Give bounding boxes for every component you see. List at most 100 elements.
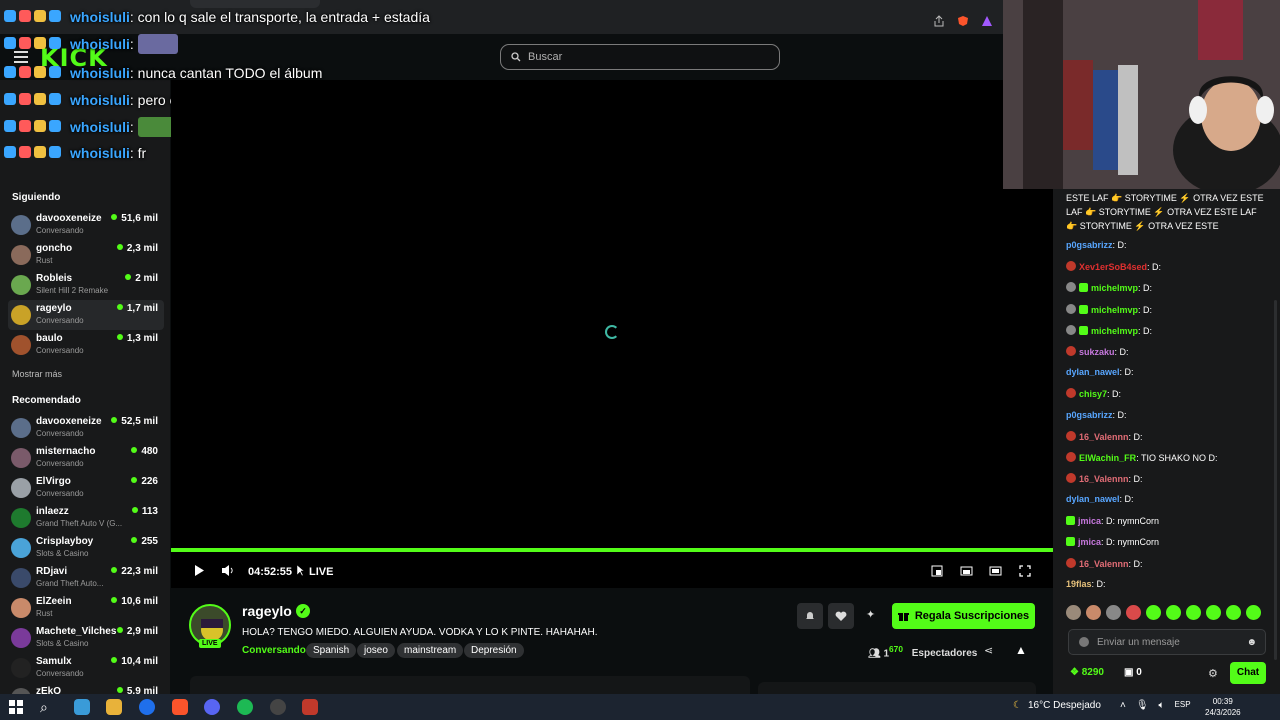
emote-icon[interactable] — [1146, 605, 1161, 620]
emote-icon[interactable] — [1106, 605, 1121, 620]
drops-counter[interactable]: ▣ 0 — [1124, 667, 1142, 678]
chat-username[interactable]: dylan_nawel — [1066, 494, 1120, 504]
emote-icon[interactable] — [1066, 605, 1081, 620]
chat-username[interactable]: 16_Valennn — [1079, 559, 1129, 569]
emote-icon[interactable] — [1126, 605, 1141, 620]
stream-tag[interactable]: Spanish — [306, 643, 357, 658]
chat-username[interactable]: ElWachin_FR — [1079, 453, 1136, 463]
badge-icons — [4, 8, 68, 24]
chat-scrollbar[interactable] — [1274, 300, 1277, 660]
emote-icon[interactable] — [1186, 605, 1201, 620]
emote-icon[interactable] — [1246, 605, 1261, 620]
file-explorer-icon[interactable] — [106, 699, 122, 715]
fullscreen-icon[interactable] — [1019, 565, 1031, 577]
chat-username[interactable]: p0gsabrizz — [1066, 410, 1113, 420]
stream-tag[interactable]: mainstream — [397, 643, 464, 658]
copilot-icon[interactable] — [74, 699, 90, 715]
cinema-mode-icon[interactable] — [989, 565, 1002, 577]
chat-input[interactable]: Enviar un mensaje ☻ — [1068, 629, 1266, 655]
app-icon[interactable] — [302, 699, 318, 715]
notifications-button[interactable] — [797, 603, 823, 629]
channel-item[interactable]: ElZeein Rust 10,6 mil — [8, 593, 164, 623]
overlay-username: whoisluli — [70, 92, 130, 108]
channel-item[interactable]: davooxeneize Conversando 51,6 mil — [8, 210, 164, 240]
gear-icon[interactable]: ⚙ — [1208, 667, 1218, 680]
channel-item[interactable]: inlaezz Grand Theft Auto V (G... 113 — [8, 503, 164, 533]
discord-icon[interactable] — [204, 699, 220, 715]
share-icon[interactable] — [933, 14, 945, 27]
chat-username[interactable]: jmica — [1078, 516, 1101, 526]
obs-icon[interactable] — [270, 699, 286, 715]
chat-username[interactable]: Xev1erSoB4sed — [1079, 262, 1147, 272]
chevron-up-icon[interactable]: ˄ — [1120, 700, 1126, 711]
chat-username[interactable]: michelmvp — [1091, 326, 1138, 336]
emote-icon[interactable] — [1166, 605, 1181, 620]
channel-item[interactable]: Samulx Conversando 10,4 mil — [8, 653, 164, 683]
volume-icon[interactable]: 🔈︎ — [1159, 700, 1165, 711]
channel-item[interactable]: davooxeneize Conversando 52,5 mil — [8, 413, 164, 443]
volume-icon[interactable] — [221, 564, 235, 577]
chat-username[interactable]: 16_Valennn — [1079, 432, 1129, 442]
chat-send-button[interactable]: Chat — [1230, 662, 1266, 684]
gift-subs-button[interactable]: Regala Suscripciones — [892, 603, 1035, 629]
weather-widget[interactable]: ☾ 16°C Despejado — [1013, 700, 1101, 711]
spotify-icon[interactable] — [237, 699, 253, 715]
chat-username[interactable]: p0gsabrizz — [1066, 240, 1113, 250]
windows-start-icon[interactable] — [8, 699, 24, 715]
brave-shield-icon[interactable] — [957, 14, 969, 26]
channel-item[interactable]: Robleis Silent Hill 2 Remake 2 mil — [8, 270, 164, 300]
stream-tag[interactable]: joseo — [357, 643, 395, 658]
avatar — [11, 448, 31, 468]
chat-username[interactable]: jmica — [1078, 537, 1101, 547]
follow-button[interactable] — [828, 603, 854, 629]
chat-username[interactable]: 19flas — [1066, 579, 1092, 589]
microphone-icon[interactable]: 🎙︎ — [1136, 700, 1149, 711]
stream-category[interactable]: Conversando — [242, 645, 306, 656]
sparkle-icon[interactable]: ✦ — [866, 608, 875, 621]
brave-icon[interactable] — [172, 699, 188, 715]
miniplayer-icon[interactable] — [931, 565, 943, 577]
share-icon[interactable]: ⋖ — [984, 644, 993, 657]
channel-item[interactable]: Machete_Vilches Slots & Casino 2,9 mil — [8, 623, 164, 653]
chat-text: : TIO SHAKO NO D: — [1136, 453, 1218, 463]
chat-message: michelmvp: D: — [1066, 324, 1152, 336]
search-input[interactable]: Buscar — [500, 44, 780, 70]
emote-icon[interactable] — [1226, 605, 1241, 620]
search-icon[interactable]: ⌕ — [40, 699, 56, 715]
video-player[interactable] — [171, 80, 1053, 550]
channel-item[interactable]: misternacho Conversando 480 — [8, 443, 164, 473]
avatar — [11, 538, 31, 558]
emote-icon[interactable] — [1206, 605, 1221, 620]
channel-item[interactable]: rageylo Conversando 1,7 mil — [8, 300, 164, 330]
chat-username[interactable]: michelmvp — [1091, 305, 1138, 315]
verified-icon: ✓ — [296, 604, 310, 618]
channel-points[interactable]: ❖ 8290 — [1070, 667, 1104, 678]
language-indicator[interactable]: ESP — [1175, 700, 1191, 711]
channel-viewers: 52,5 mil — [111, 416, 158, 427]
chat-username[interactable]: michelmvp — [1091, 283, 1138, 293]
chat-message: 16_Valennn: D: — [1066, 473, 1143, 484]
stream-tag[interactable]: Depresión — [464, 643, 524, 658]
user-badge-icon — [1066, 303, 1076, 314]
channel-item[interactable]: Crisplayboy Slots & Casino 255 — [8, 533, 164, 563]
channel-item[interactable]: RDjavi Grand Theft Auto... 22,3 mil — [8, 563, 164, 593]
browser-tab[interactable] — [190, 0, 320, 8]
report-icon[interactable]: ▲ — [1015, 643, 1027, 657]
emote-icon[interactable] — [1086, 605, 1101, 620]
theater-mode-icon[interactable] — [960, 565, 973, 577]
play-icon[interactable] — [193, 564, 205, 577]
chat-username[interactable]: sukzaku — [1079, 347, 1115, 357]
emoji-icon[interactable]: ☻ — [1246, 637, 1257, 648]
clock[interactable]: 00:39 24/3/2026 — [1205, 696, 1241, 718]
brave-rewards-icon[interactable] — [981, 14, 993, 26]
channel-item[interactable]: baulo Conversando 1,3 mil — [8, 330, 164, 360]
show-more-link[interactable]: Mostrar más — [12, 369, 62, 379]
edge-icon[interactable] — [139, 699, 155, 715]
channel-item[interactable]: goncho Rust 2,3 mil — [8, 240, 164, 270]
chat-username[interactable]: chisy7 — [1079, 389, 1107, 399]
chat-username[interactable]: 16_Valennn — [1079, 474, 1129, 484]
streamer-name[interactable]: rageylo — [242, 603, 292, 619]
chat-username[interactable]: dylan_nawel — [1066, 367, 1120, 377]
live-label[interactable]: LIVE — [309, 566, 333, 578]
channel-item[interactable]: ElVirgo Conversando 226 — [8, 473, 164, 503]
